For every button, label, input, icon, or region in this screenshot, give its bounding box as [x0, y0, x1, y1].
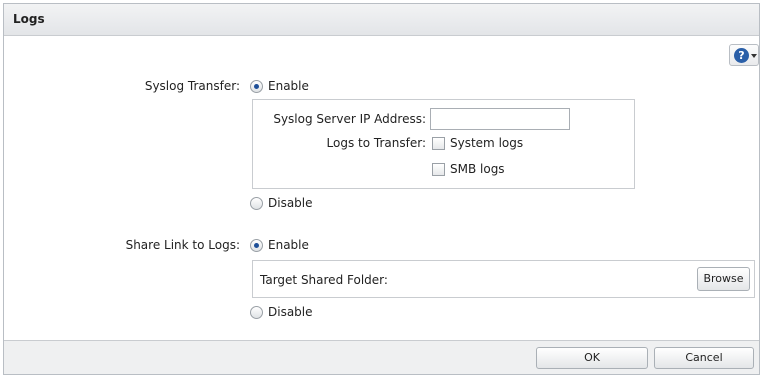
system-logs-checkbox[interactable]: [432, 137, 445, 150]
dialog-titlebar: Logs: [4, 4, 759, 36]
share-link-disable-label[interactable]: Disable: [268, 305, 313, 319]
system-logs-label[interactable]: System logs: [450, 136, 523, 150]
target-shared-folder-label: Target Shared Folder:: [260, 273, 388, 287]
logs-to-transfer-label: Logs to Transfer:: [326, 136, 426, 150]
syslog-disable-label[interactable]: Disable: [268, 196, 313, 210]
share-link-disable-radio[interactable]: [250, 306, 263, 319]
ok-button[interactable]: OK: [536, 347, 648, 369]
syslog-enable-label[interactable]: Enable: [268, 79, 309, 93]
syslog-server-ip-input[interactable]: [430, 108, 570, 130]
syslog-transfer-label: Syslog Transfer:: [144, 79, 240, 93]
dialog-title: Logs: [13, 12, 45, 26]
browse-button[interactable]: Browse: [697, 267, 750, 291]
smb-logs-checkbox[interactable]: [432, 163, 445, 176]
chevron-down-icon: [751, 54, 757, 58]
cancel-button[interactable]: Cancel: [654, 347, 754, 369]
syslog-enable-radio[interactable]: [250, 80, 263, 93]
syslog-server-ip-label: Syslog Server IP Address:: [273, 112, 426, 126]
smb-logs-label[interactable]: SMB logs: [450, 162, 505, 176]
help-button[interactable]: ?: [729, 44, 759, 66]
dialog-footer: OK Cancel: [4, 340, 759, 374]
share-link-enable-label[interactable]: Enable: [268, 238, 309, 252]
syslog-disable-radio[interactable]: [250, 197, 263, 210]
share-link-enable-radio[interactable]: [250, 239, 263, 252]
share-link-label: Share Link to Logs:: [125, 238, 240, 252]
logs-dialog: Logs ? Syslog Transfer: Enable Syslog Se…: [3, 3, 760, 375]
help-icon: ?: [734, 48, 749, 63]
